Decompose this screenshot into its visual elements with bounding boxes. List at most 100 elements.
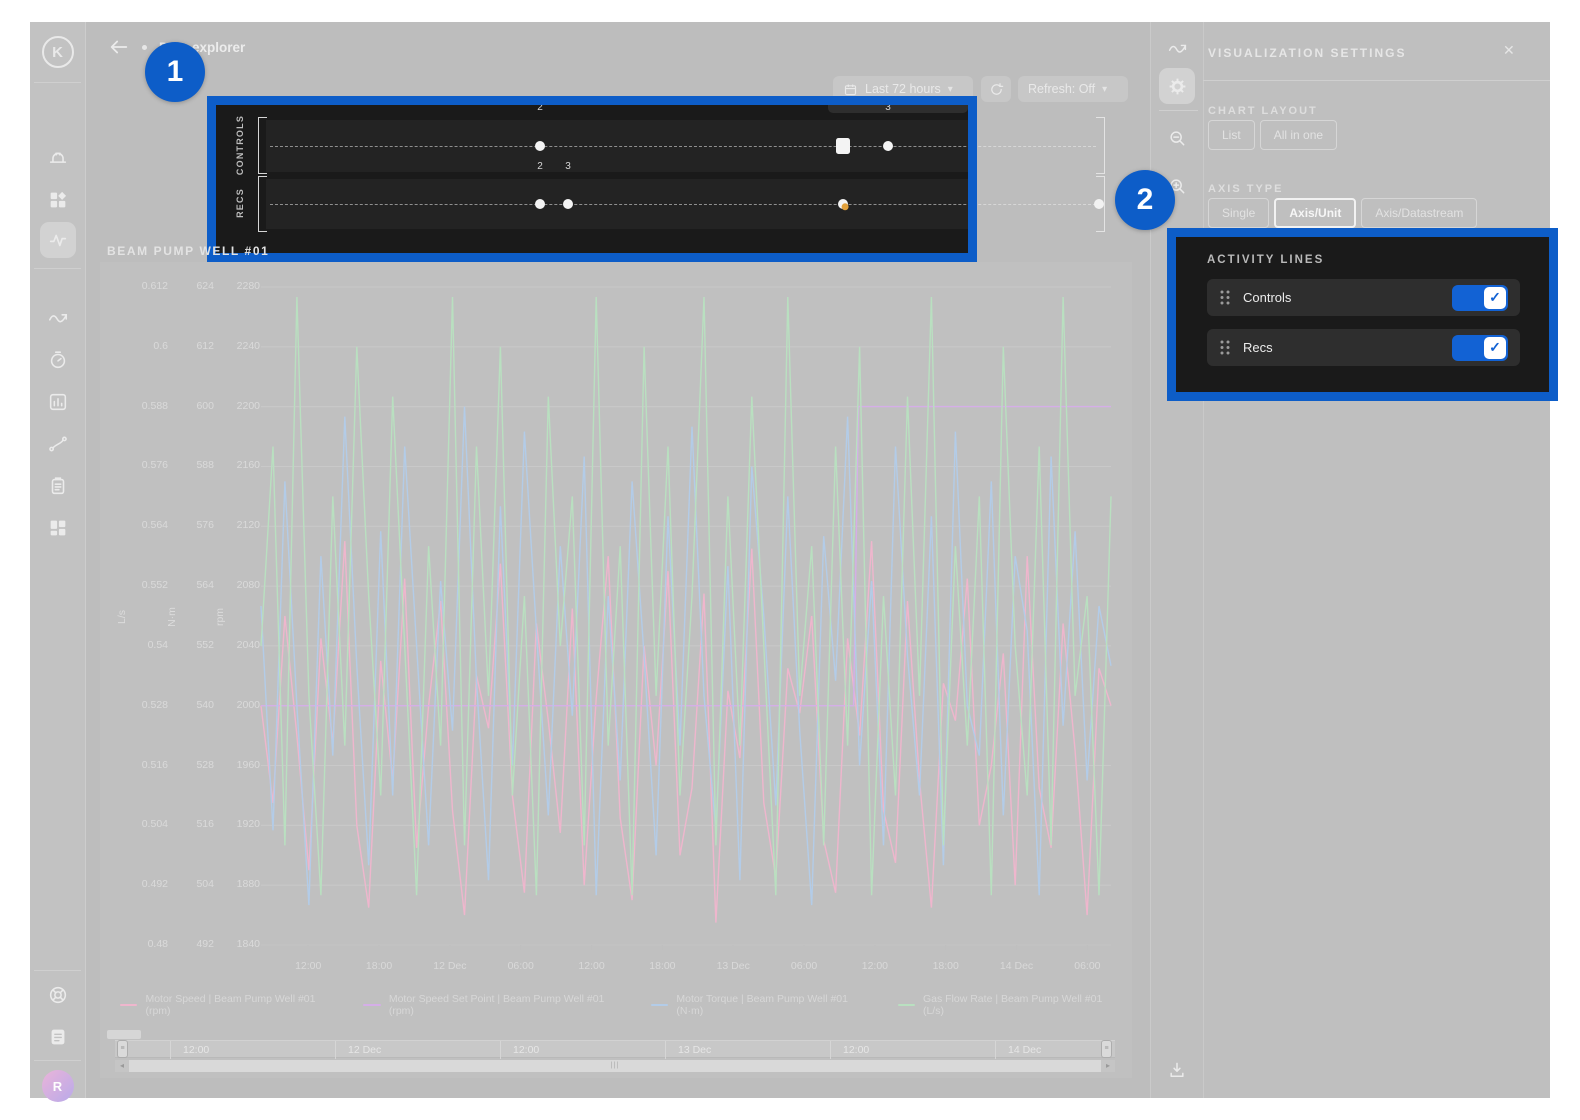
x-axis-tick: 13 Dec [705, 960, 761, 972]
panel-title: VISUALIZATION SETTINGS [1208, 46, 1406, 60]
caret-down-icon: ▾ [948, 84, 953, 95]
x-axis-tick: 12 Dec [422, 960, 478, 972]
event-marker-dot[interactable] [883, 141, 893, 151]
activity-strip[interactable]: CONTROLS23RECS23 [230, 100, 977, 260]
lifesaver-icon[interactable] [40, 977, 76, 1013]
time-navigator[interactable]: 12:0012 Dec12:0013 Dec12:0014 Dec [115, 1040, 1115, 1058]
event-count-label: 3 [885, 102, 891, 113]
hard-hat-icon[interactable] [40, 140, 76, 176]
x-axis-tick: 12:00 [847, 960, 903, 972]
legend-item[interactable]: Motor Speed | Beam Pump Well #01 (rpm) [120, 993, 337, 1017]
y-axis-tick: 2200 [202, 400, 260, 412]
axis-type-option-single[interactable]: Single [1208, 198, 1269, 228]
y-axis-tick: 2040 [202, 639, 260, 651]
x-axis-tick: 18:00 [918, 960, 974, 972]
trend-lines-icon[interactable] [1159, 30, 1195, 66]
scroll-left-arrow[interactable]: ◂ [115, 1060, 129, 1072]
y-axis-tick: 1920 [202, 818, 260, 830]
drag-handle-icon[interactable] [1219, 289, 1231, 306]
chart-layout-option-all-in-one[interactable]: All in one [1260, 120, 1337, 150]
recs-toggle[interactable]: ✓ [1452, 335, 1508, 361]
bracket-left [258, 176, 267, 232]
route-icon[interactable] [40, 426, 76, 462]
notes-icon[interactable] [40, 1019, 76, 1055]
axis-type-options: SingleAxis/UnitAxis/Datastream [1208, 198, 1482, 228]
event-marker-dot[interactable] [563, 199, 573, 209]
y-axis-tick: 1960 [202, 759, 260, 771]
navigator-left-handle[interactable]: ≡ [117, 1040, 128, 1058]
navigator-separator [170, 1041, 171, 1059]
back-arrow-icon[interactable] [108, 36, 130, 58]
activity-line-row: Controls ✓ [1207, 279, 1520, 316]
navigator-tick-label: 13 Dec [678, 1044, 711, 1056]
chart-svg [260, 280, 1112, 956]
x-axis-tick: 06:00 [1059, 960, 1115, 972]
track-name-label: RECS [235, 168, 245, 238]
screenshot-root: K [0, 0, 1580, 1120]
refresh-button[interactable] [981, 76, 1011, 102]
y-axis-tick: 2160 [202, 459, 260, 471]
event-marker-dot[interactable] [535, 199, 545, 209]
event-count-label: 2 [537, 161, 543, 172]
scrollbar-thumb[interactable]: ||| [129, 1060, 1101, 1072]
apps-grid-icon[interactable] [40, 182, 76, 218]
kelvin-logo[interactable]: K [40, 34, 76, 70]
download-icon[interactable] [1159, 1052, 1195, 1088]
activity-dashed-line [270, 204, 977, 205]
legend-swatch [120, 1004, 137, 1006]
navigator-separator [500, 1041, 501, 1059]
navigator-separator [335, 1041, 336, 1059]
close-icon[interactable]: ✕ [1503, 42, 1515, 59]
timer-icon[interactable] [40, 342, 76, 378]
kelvin-logo-circle: K [42, 36, 74, 68]
trend-lines-icon[interactable] [40, 300, 76, 336]
navigator-tick-label: 12:00 [843, 1044, 869, 1056]
navigator-tick-label: 12:00 [513, 1044, 539, 1056]
chart-legend: Motor Speed | Beam Pump Well #01 (rpm) Mo… [120, 993, 1120, 1017]
left-sidebar: K [30, 22, 86, 1098]
navigator-tick-label: 14 Dec [1008, 1044, 1041, 1056]
event-marker-square[interactable] [836, 138, 850, 154]
drag-handle-icon[interactable] [1219, 339, 1231, 356]
legend-swatch [898, 1004, 915, 1006]
tiles-icon[interactable] [40, 510, 76, 546]
status-dot [142, 45, 147, 50]
legend-label: Motor Speed Set Point | Beam Pump Well #… [389, 993, 625, 1017]
navigator-separator [995, 1041, 996, 1059]
event-marker-dot[interactable] [535, 141, 545, 151]
legend-item[interactable]: Motor Speed Set Point | Beam Pump Well #… [363, 993, 625, 1017]
zoom-out-icon[interactable] [1159, 120, 1195, 156]
scroll-right-arrow[interactable]: ▸ [1101, 1060, 1115, 1072]
panel-header: VISUALIZATION SETTINGS [1208, 44, 1538, 62]
panel-divider [1203, 80, 1550, 81]
navigator-mini-button[interactable] [107, 1030, 141, 1039]
event-count-label: 3 [565, 161, 571, 172]
x-axis-tick: 12:00 [564, 960, 620, 972]
time-range-label: Last 72 hours [865, 82, 941, 96]
pulse-icon-selected[interactable] [40, 222, 76, 258]
axis-type-option-axis-datastream[interactable]: Axis/Datastream [1361, 198, 1477, 228]
activity-line-name: Controls [1243, 290, 1291, 305]
refresh-mode-button[interactable]: Refresh: Off ▾ [1018, 76, 1128, 102]
strip-divider [1159, 110, 1198, 111]
chart-title: BEAM PUMP WELL #01 [107, 244, 269, 258]
legend-item[interactable]: Gas Flow Rate | Beam Pump Well #01 (L/s) [898, 993, 1120, 1017]
horizontal-scrollbar[interactable]: ◂ ||| ▸ [115, 1060, 1115, 1072]
axis-type-option-axis-unit[interactable]: Axis/Unit [1274, 198, 1356, 228]
navigator-right-handle[interactable]: ≡ [1101, 1040, 1112, 1058]
event-marker-dot[interactable] [1094, 199, 1104, 209]
clipboard-icon[interactable] [40, 468, 76, 504]
bar-chart-icon[interactable] [40, 384, 76, 420]
legend-label: Motor Torque | Beam Pump Well #01 (N·m) [676, 993, 871, 1017]
gear-icon-selected[interactable] [1159, 68, 1195, 104]
activity-dashed-line [270, 146, 977, 147]
controls-toggle[interactable]: ✓ [1452, 285, 1508, 311]
y-axis-tick: 2240 [202, 340, 260, 352]
navigator-tick-label: 12:00 [183, 1044, 209, 1056]
user-avatar[interactable]: R [40, 1068, 76, 1104]
chart-layout-option-list[interactable]: List [1208, 120, 1255, 150]
y-axis-tick: 1880 [202, 878, 260, 890]
event-count-label: 2 [537, 102, 543, 113]
legend-item[interactable]: Motor Torque | Beam Pump Well #01 (N·m) [651, 993, 872, 1017]
y-axis-tick: 2120 [202, 519, 260, 531]
